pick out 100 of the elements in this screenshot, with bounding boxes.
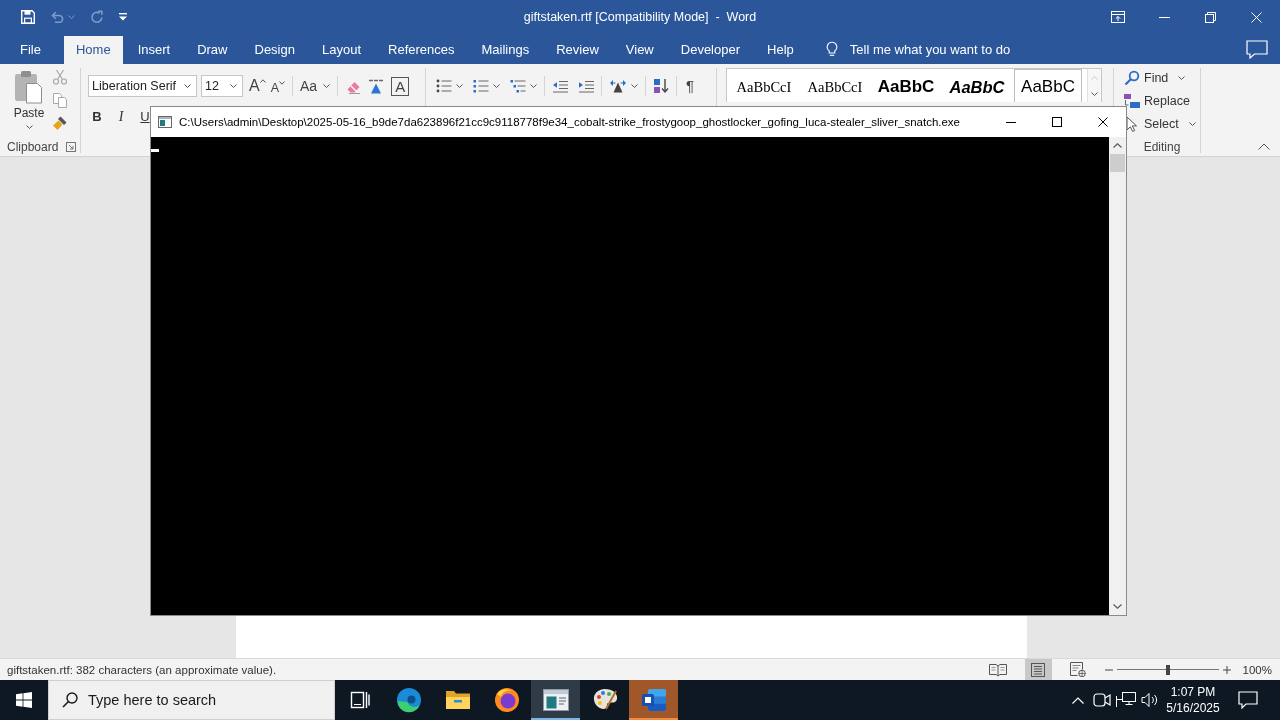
network-icon[interactable]: [1116, 692, 1136, 708]
clock-time: 1:07 PM: [1170, 684, 1216, 700]
caret-icon: [530, 84, 537, 88]
search-field[interactable]: Type here to search: [48, 680, 335, 720]
ribbon-tab[interactable]: Developer: [668, 36, 753, 64]
ribbon-tab[interactable]: Design: [242, 36, 307, 64]
replace-button[interactable]: Replace: [1124, 93, 1200, 109]
style-option[interactable]: AaBbC: [872, 69, 940, 102]
taskbar-button[interactable]: [531, 680, 580, 720]
window-title: C:\Users\admin\Desktop\2025-05-16_b9de7da623896f21cc9c9118778f9e34_cobalt-strike_frostygoop_ghostlocker_gofing_luca-stealer_sliver_snatch.exe: [179, 116, 960, 128]
caret-icon: [631, 84, 638, 88]
scroll-down-icon[interactable]: [1091, 92, 1098, 96]
ribbon-tab[interactable]: Review: [544, 36, 611, 64]
underline-button[interactable]: U: [140, 107, 150, 127]
ribbon-tab[interactable]: View: [613, 36, 666, 64]
search-icon: [1124, 70, 1140, 86]
dialog-launcher-icon[interactable]: [66, 142, 76, 152]
notification-icon[interactable]: [1238, 691, 1258, 709]
ribbon-tab[interactable]: Mailings: [469, 36, 542, 64]
zoom-level[interactable]: 100%: [1242, 663, 1272, 676]
book-icon: [989, 662, 1008, 677]
save-icon[interactable]: [21, 10, 35, 24]
folder-icon: [444, 689, 471, 711]
tell-me-field[interactable]: Tell me what you want to do: [849, 40, 1026, 58]
phonetic-guide-icon[interactable]: [368, 78, 385, 94]
style-option[interactable]: AaBbC: [943, 69, 1011, 102]
font-name-field[interactable]: Liberation Serif: [88, 75, 197, 97]
group-label: Editing: [1143, 141, 1181, 153]
caret-icon: [279, 81, 285, 85]
ribbon-tab[interactable]: References: [376, 36, 467, 64]
caret-icon: [184, 84, 191, 88]
sort-icon[interactable]: [653, 78, 669, 94]
scroll-down-icon[interactable]: [1113, 604, 1122, 609]
style-option[interactable]: AaBbCcI: [801, 69, 869, 102]
app-window-icon: [158, 116, 172, 128]
scrollbar[interactable]: [1109, 137, 1126, 615]
show-marks-button[interactable]: ¶: [684, 76, 697, 96]
shrink-font-button[interactable]: A: [270, 76, 285, 96]
web-layout-icon: [1070, 662, 1087, 677]
flame-globe-icon: [493, 687, 520, 713]
replace-icon: [1123, 93, 1141, 109]
print-layout-button[interactable]: [1024, 659, 1052, 680]
zoom-in-icon[interactable]: [1222, 665, 1231, 674]
page-layout-icon: [1031, 662, 1046, 677]
scaling-arrows-icon: [609, 79, 627, 93]
undo-button[interactable]: [50, 11, 75, 23]
bold-button[interactable]: B: [92, 107, 102, 127]
restore-icon[interactable]: [1204, 11, 1216, 23]
lightbulb-icon: [824, 41, 839, 57]
style-option[interactable]: AaBbCcI: [730, 69, 798, 102]
character-border-button[interactable]: A: [391, 76, 410, 96]
scrollbar-thumb[interactable]: [1110, 154, 1125, 172]
maximize-icon[interactable]: [1052, 117, 1062, 127]
search-icon: [62, 692, 78, 708]
ribbon-tab[interactable]: File: [8, 36, 53, 64]
comment-icon[interactable]: [1246, 39, 1268, 59]
clock-date: 5/16/2025: [1166, 700, 1220, 716]
caret-icon: [230, 84, 237, 88]
status-text: giftstaken.rtf: 382 characters (an approximate value).: [7, 663, 277, 676]
grow-font-button[interactable]: A: [249, 76, 266, 96]
paintbrush-icon[interactable]: [52, 115, 68, 131]
find-button[interactable]: Find: [1124, 70, 1200, 86]
ribbon-display-icon[interactable]: [1111, 11, 1125, 23]
bullets-button[interactable]: [436, 79, 463, 93]
window-title: giftstaken.rtf [Compatibility Mode] - Word: [523, 10, 757, 24]
ribbon-tab[interactable]: Insert: [125, 36, 183, 64]
customize-icon[interactable]: [119, 13, 127, 21]
close-icon[interactable]: [1098, 117, 1108, 127]
increase-indent-icon[interactable]: [578, 79, 594, 93]
bulleted-list-icon: [436, 79, 452, 93]
select-button[interactable]: Select: [1124, 116, 1200, 132]
document-tile-icon: [640, 688, 667, 712]
character-scaling-button[interactable]: [609, 79, 638, 93]
zoom-slider-thumb[interactable]: [1165, 664, 1170, 675]
font-size-field[interactable]: 12: [201, 75, 243, 97]
group-label: Clipboard: [7, 141, 59, 153]
style-option[interactable]: AaBbC: [1014, 69, 1082, 102]
ribbon-tab[interactable]: Draw: [185, 36, 240, 64]
caret-icon: [1188, 122, 1196, 126]
ribbon-tab[interactable]: Layout: [309, 36, 373, 64]
multilevel-list-icon: [510, 79, 526, 93]
change-case-button[interactable]: Aa: [300, 76, 331, 96]
camera-icon[interactable]: [1093, 691, 1111, 709]
numbering-button[interactable]: [473, 79, 500, 93]
volume-icon[interactable]: [1141, 692, 1159, 708]
caret-icon: [456, 84, 463, 88]
italic-button[interactable]: I: [116, 107, 126, 127]
ribbon-tab[interactable]: Home: [63, 36, 123, 64]
collapse-ribbon-icon[interactable]: [1258, 143, 1270, 150]
scroll-up-icon[interactable]: [1113, 143, 1122, 148]
chevron-up-icon[interactable]: [1072, 696, 1084, 704]
decrease-indent-icon[interactable]: [552, 79, 568, 93]
start-icon[interactable]: [16, 692, 32, 708]
caret-icon: [68, 15, 75, 19]
app-window-icon: [542, 689, 569, 711]
caret-icon: [25, 125, 33, 129]
caret-icon: [493, 84, 500, 88]
swirl-icon: [395, 687, 422, 713]
multilevel-list-button[interactable]: [510, 79, 537, 93]
ribbon-tab[interactable]: Help: [755, 36, 806, 64]
